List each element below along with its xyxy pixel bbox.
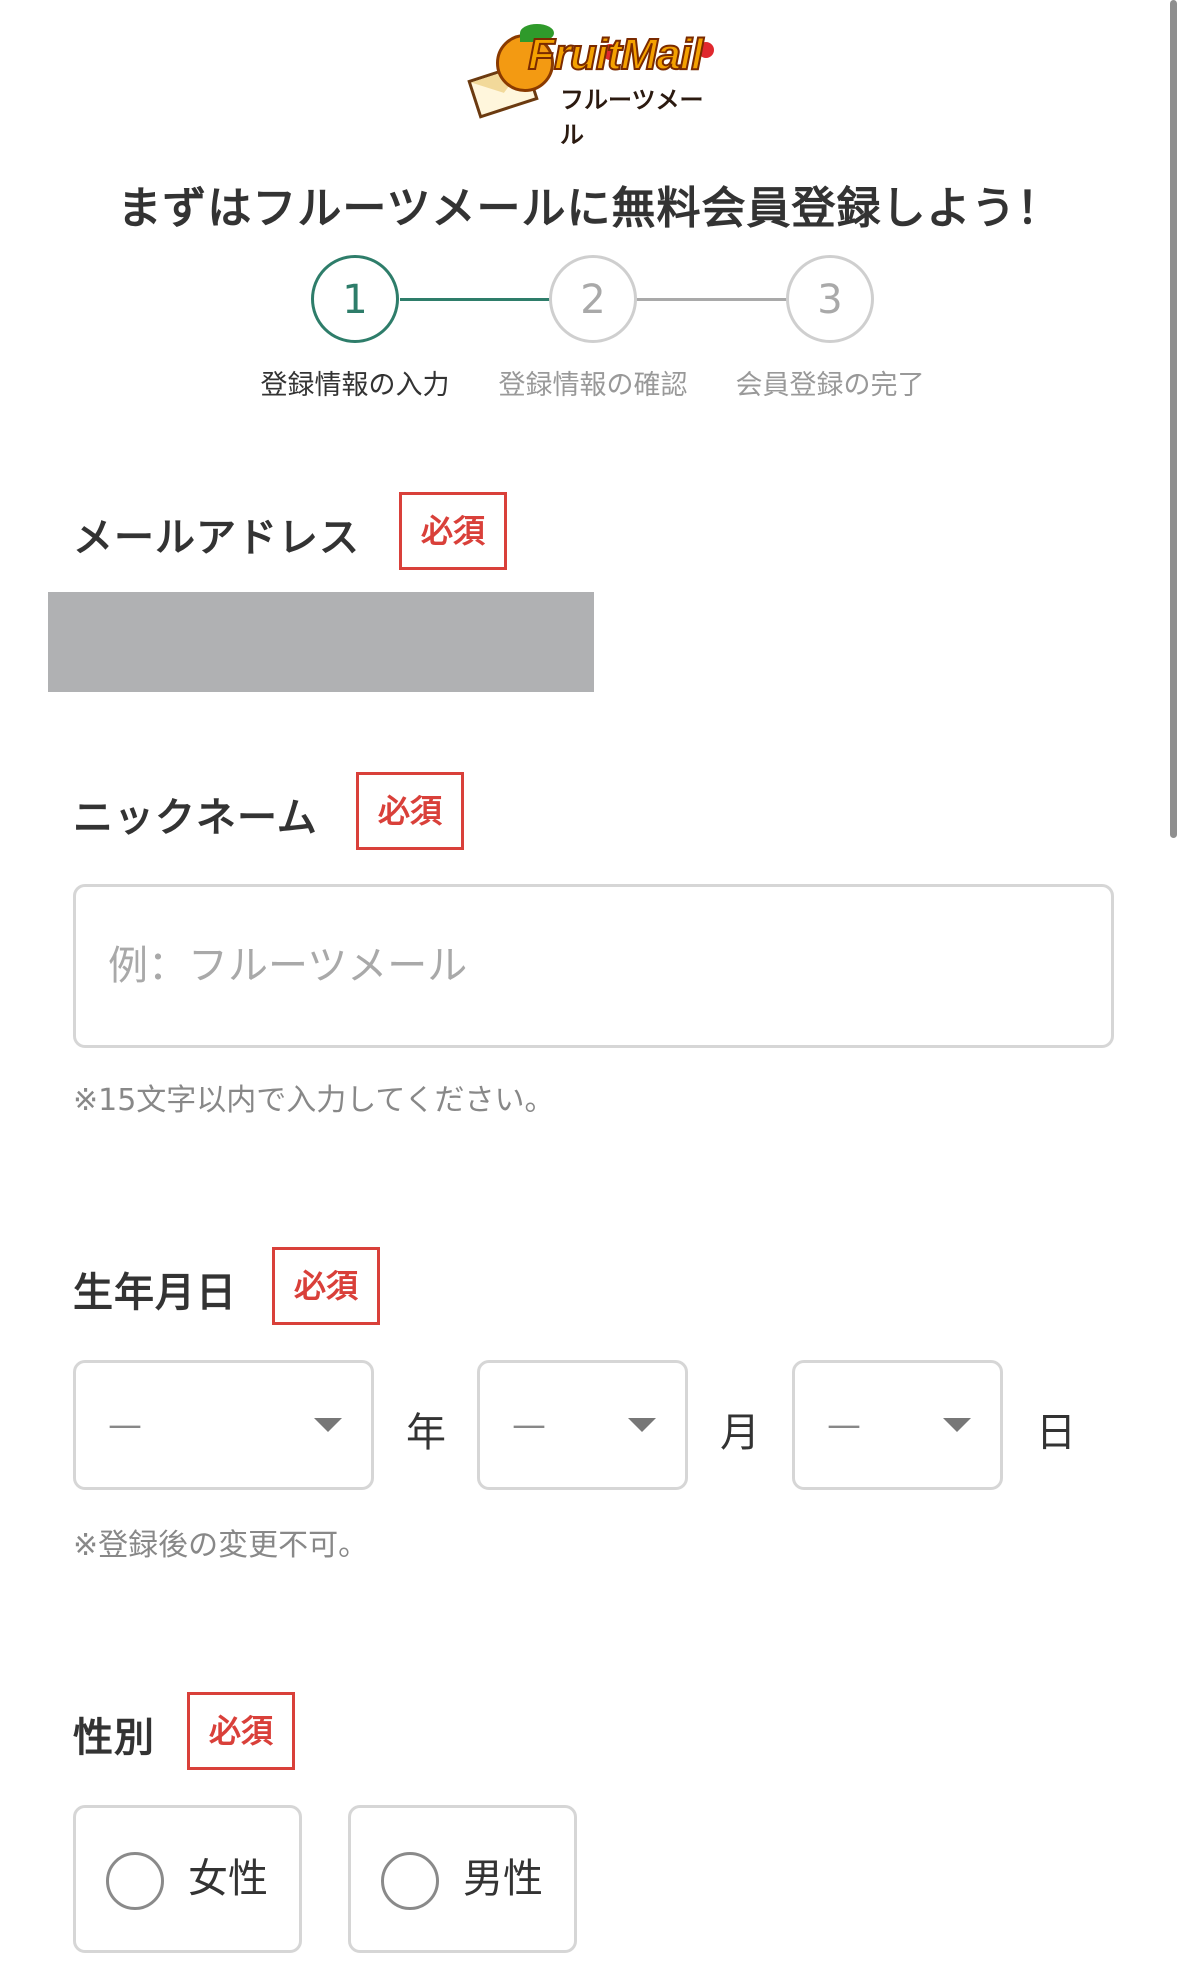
email-value-masked (48, 592, 594, 692)
birth-day-value: — (827, 1405, 861, 1445)
birthday-note: ※登録後の変更不可。 (73, 1528, 369, 1563)
required-badge: 必須 (272, 1247, 380, 1325)
logo-wordmark: FruitMail (527, 29, 704, 80)
nickname-input[interactable] (73, 884, 1114, 1048)
required-badge: 必須 (187, 1692, 295, 1770)
step-1-circle: 1 (311, 255, 399, 343)
month-unit: 月 (720, 1410, 760, 1456)
nickname-note: ※15文字以内で入力してください。 (73, 1083, 555, 1118)
registration-stepper: 1 2 3 登録情報の入力 登録情報の確認 会員登録の完了 (0, 255, 1179, 405)
birth-year-value: — (108, 1405, 142, 1445)
gender-option-label: 女性 (188, 1856, 268, 1902)
step-connector (636, 298, 788, 301)
step-connector (400, 298, 550, 301)
chevron-down-icon (943, 1418, 971, 1432)
day-unit: 日 (1036, 1410, 1076, 1456)
gender-label: 性別 (73, 1715, 155, 1761)
radio-button[interactable] (381, 1852, 439, 1910)
email-label: メールアドレス (73, 515, 360, 561)
birth-day-select[interactable]: — (792, 1360, 1003, 1490)
page-title: まずはフルーツメールに無料会員登録しよう！ (117, 183, 1062, 234)
gender-option-female[interactable]: 女性 (73, 1805, 302, 1953)
nickname-label: ニックネーム (73, 795, 318, 841)
birthday-label: 生年月日 (73, 1270, 237, 1316)
birth-month-select[interactable]: — (477, 1360, 688, 1490)
step-1-label: 登録情報の入力 (260, 370, 450, 401)
chevron-down-icon (628, 1418, 656, 1432)
step-3-circle: 3 (786, 255, 874, 343)
chevron-down-icon (314, 1418, 342, 1432)
birth-month-value: — (512, 1405, 546, 1445)
logo-kana: フルーツメール (560, 86, 704, 149)
scrollbar[interactable] (1170, 0, 1177, 838)
step-2-circle: 2 (549, 255, 637, 343)
gender-option-label: 男性 (463, 1856, 543, 1902)
step-2-label: 登録情報の確認 (498, 370, 688, 401)
required-badge: 必須 (356, 772, 464, 850)
birth-year-select[interactable]: — (73, 1360, 374, 1490)
fruitmail-logo: FruitMail フルーツメール (467, 20, 720, 149)
year-unit: 年 (406, 1410, 446, 1456)
gender-option-male[interactable]: 男性 (348, 1805, 577, 1953)
radio-button[interactable] (106, 1852, 164, 1910)
step-3-label: 会員登録の完了 (735, 370, 925, 401)
required-badge: 必須 (399, 492, 507, 570)
